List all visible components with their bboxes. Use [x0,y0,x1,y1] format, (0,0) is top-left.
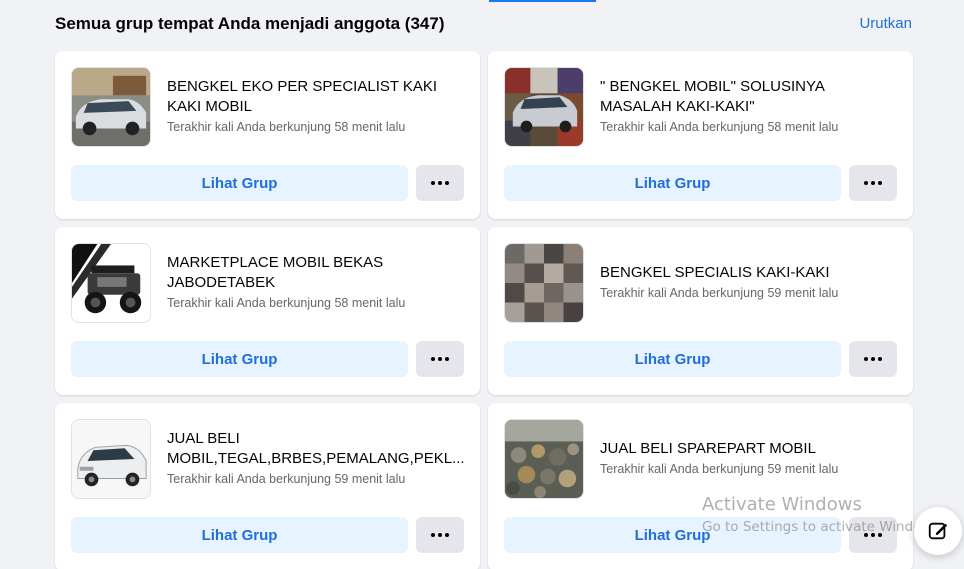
last-visit-text: Terakhir kali Anda berkunjung 58 menit l… [600,120,839,134]
active-tab-indicator [489,0,596,2]
last-visit-text: Terakhir kali Anda berkunjung 59 menit l… [600,286,839,300]
groups-header: Semua grup tempat Anda menjadi anggota (… [55,14,912,34]
group-name[interactable]: BENGKEL EKO PER SPECIALIST KAKI KAKI MOB… [167,77,464,117]
view-group-button[interactable]: Lihat Grup [504,517,841,553]
white-mpv-photo[interactable] [71,419,151,499]
more-options-button[interactable] [416,165,464,201]
group-card: JUAL BELI MOBIL,TEGAL,BRBES,PEMALANG,PEK… [55,403,480,569]
group-card: JUAL BELI SPAREPART MOBIL Terakhir kali … [488,403,913,569]
group-name[interactable]: " BENGKEL MOBIL" SOLUSINYA MASALAH KAKI-… [600,77,897,117]
last-visit-text: Terakhir kali Anda berkunjung 59 menit l… [167,472,406,486]
group-name[interactable]: BENGKEL SPECIALIS KAKI-KAKI [600,263,897,283]
group-card: " BENGKEL MOBIL" SOLUSINYA MASALAH KAKI-… [488,51,913,219]
view-group-button[interactable]: Lihat Grup [71,165,408,201]
car-workshop-photo[interactable] [71,67,151,147]
view-group-button[interactable]: Lihat Grup [71,341,408,377]
last-visit-text: Terakhir kali Anda berkunjung 58 menit l… [167,296,406,310]
more-options-button[interactable] [849,517,897,553]
more-dots-icon [431,533,449,537]
more-dots-icon [864,533,882,537]
more-dots-icon [864,181,882,185]
more-options-button[interactable] [416,341,464,377]
group-card: MARKETPLACE MOBIL BEKAS JABODETABEK Tera… [55,227,480,395]
more-options-button[interactable] [416,517,464,553]
group-name[interactable]: JUAL BELI MOBIL,TEGAL,BRBES,PEMALANG,PEK… [167,429,464,469]
more-options-button[interactable] [849,341,897,377]
more-dots-icon [431,357,449,361]
compose-icon [928,522,948,540]
view-group-button[interactable]: Lihat Grup [71,517,408,553]
more-dots-icon [864,357,882,361]
group-card: BENGKEL EKO PER SPECIALIST KAKI KAKI MOB… [55,51,480,219]
page-title: Semua grup tempat Anda menjadi anggota (… [55,14,445,33]
parts-grid-photo[interactable] [504,243,584,323]
group-name[interactable]: JUAL BELI SPAREPART MOBIL [600,439,897,459]
group-name[interactable]: MARKETPLACE MOBIL BEKAS JABODETABEK [167,253,464,293]
car-collage-photo[interactable] [504,67,584,147]
spare-parts-photo[interactable] [504,419,584,499]
last-visit-text: Terakhir kali Anda berkunjung 58 menit l… [167,120,406,134]
group-card: BENGKEL SPECIALIS KAKI-KAKI Terakhir kal… [488,227,913,395]
view-group-button[interactable]: Lihat Grup [504,165,841,201]
more-options-button[interactable] [849,165,897,201]
view-group-button[interactable]: Lihat Grup [504,341,841,377]
sort-button[interactable]: Urutkan [859,14,912,34]
last-visit-text: Terakhir kali Anda berkunjung 59 menit l… [600,462,839,476]
more-dots-icon [431,181,449,185]
jeep-photo[interactable] [71,243,151,323]
compose-button[interactable] [914,507,962,555]
